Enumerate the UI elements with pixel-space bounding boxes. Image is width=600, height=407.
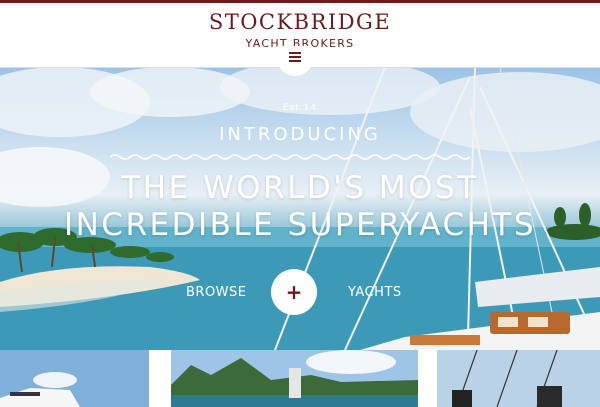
introducing-label: INTRODUCING: [219, 124, 381, 145]
brand-logo[interactable]: STOCKBRIDGE: [0, 12, 600, 33]
thumbnail-strip: [0, 350, 600, 407]
yacht-thumbnail-3[interactable]: [437, 350, 600, 407]
hero-headline: THE WORLD'S MOST INCREDIBLE SUPERYACHTS: [0, 170, 600, 244]
yacht-thumbnail-2[interactable]: [171, 350, 418, 407]
hamburger-menu-icon: [289, 52, 301, 64]
yacht-thumbnail-1[interactable]: [0, 350, 149, 407]
browse-yachts-button[interactable]: +: [271, 269, 317, 315]
est-label: Est.14: [282, 103, 318, 113]
plus-icon: +: [285, 280, 303, 304]
headline-line-1: THE WORLD'S MOST: [121, 170, 479, 206]
browse-link[interactable]: BROWSE: [186, 285, 247, 300]
headline-line-2: INCREDIBLE SUPERYACHTS: [63, 207, 537, 243]
yachts-link[interactable]: YACHTS: [348, 285, 402, 300]
wave-divider: [110, 154, 470, 160]
